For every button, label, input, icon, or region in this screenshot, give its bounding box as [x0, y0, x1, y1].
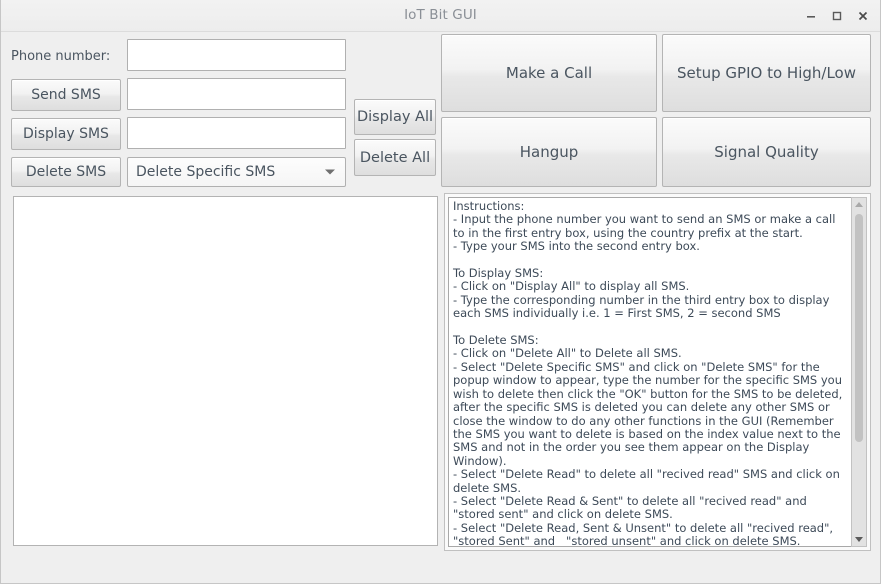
- title-bar: IoT Bit GUI: [1, 0, 880, 32]
- close-button[interactable]: [850, 0, 876, 31]
- triangle-up-icon[interactable]: [855, 202, 863, 207]
- sms-index-input[interactable]: [127, 117, 346, 149]
- close-icon: [858, 11, 868, 20]
- instructions-text[interactable]: Instructions: - Input the phone number y…: [448, 197, 851, 547]
- app-window: IoT Bit GUI Phone number: Send SMS Displ…: [0, 0, 881, 584]
- minimize-button[interactable]: [798, 0, 824, 31]
- maximize-icon: [832, 11, 842, 20]
- scrollbar-thumb[interactable]: [855, 214, 863, 442]
- phone-number-input[interactable]: [127, 39, 346, 71]
- phone-number-label: Phone number:: [11, 49, 111, 64]
- setup-gpio-button[interactable]: Setup GPIO to High/Low: [662, 34, 871, 112]
- chevron-down-icon: [325, 169, 335, 175]
- triangle-down-icon[interactable]: [855, 537, 863, 542]
- sms-message-input[interactable]: [127, 78, 346, 110]
- maximize-button[interactable]: [824, 0, 850, 31]
- signal-quality-button[interactable]: Signal Quality: [662, 117, 871, 187]
- sms-display-window[interactable]: [13, 196, 438, 546]
- instructions-panel: Instructions: - Input the phone number y…: [444, 193, 871, 551]
- window-title: IoT Bit GUI: [404, 7, 477, 23]
- delete-mode-combobox[interactable]: Delete Specific SMS: [127, 157, 346, 187]
- make-a-call-button[interactable]: Make a Call: [441, 34, 657, 112]
- display-sms-button[interactable]: Display SMS: [11, 118, 121, 150]
- send-sms-button[interactable]: Send SMS: [11, 79, 121, 111]
- minimize-icon: [807, 15, 815, 18]
- display-all-button[interactable]: Display All: [354, 99, 436, 135]
- instructions-scrollbar[interactable]: [851, 197, 867, 547]
- delete-mode-selected-value: Delete Specific SMS: [136, 164, 276, 180]
- hangup-button[interactable]: Hangup: [441, 117, 657, 187]
- delete-sms-button[interactable]: Delete SMS: [11, 157, 121, 187]
- delete-all-button[interactable]: Delete All: [354, 139, 436, 176]
